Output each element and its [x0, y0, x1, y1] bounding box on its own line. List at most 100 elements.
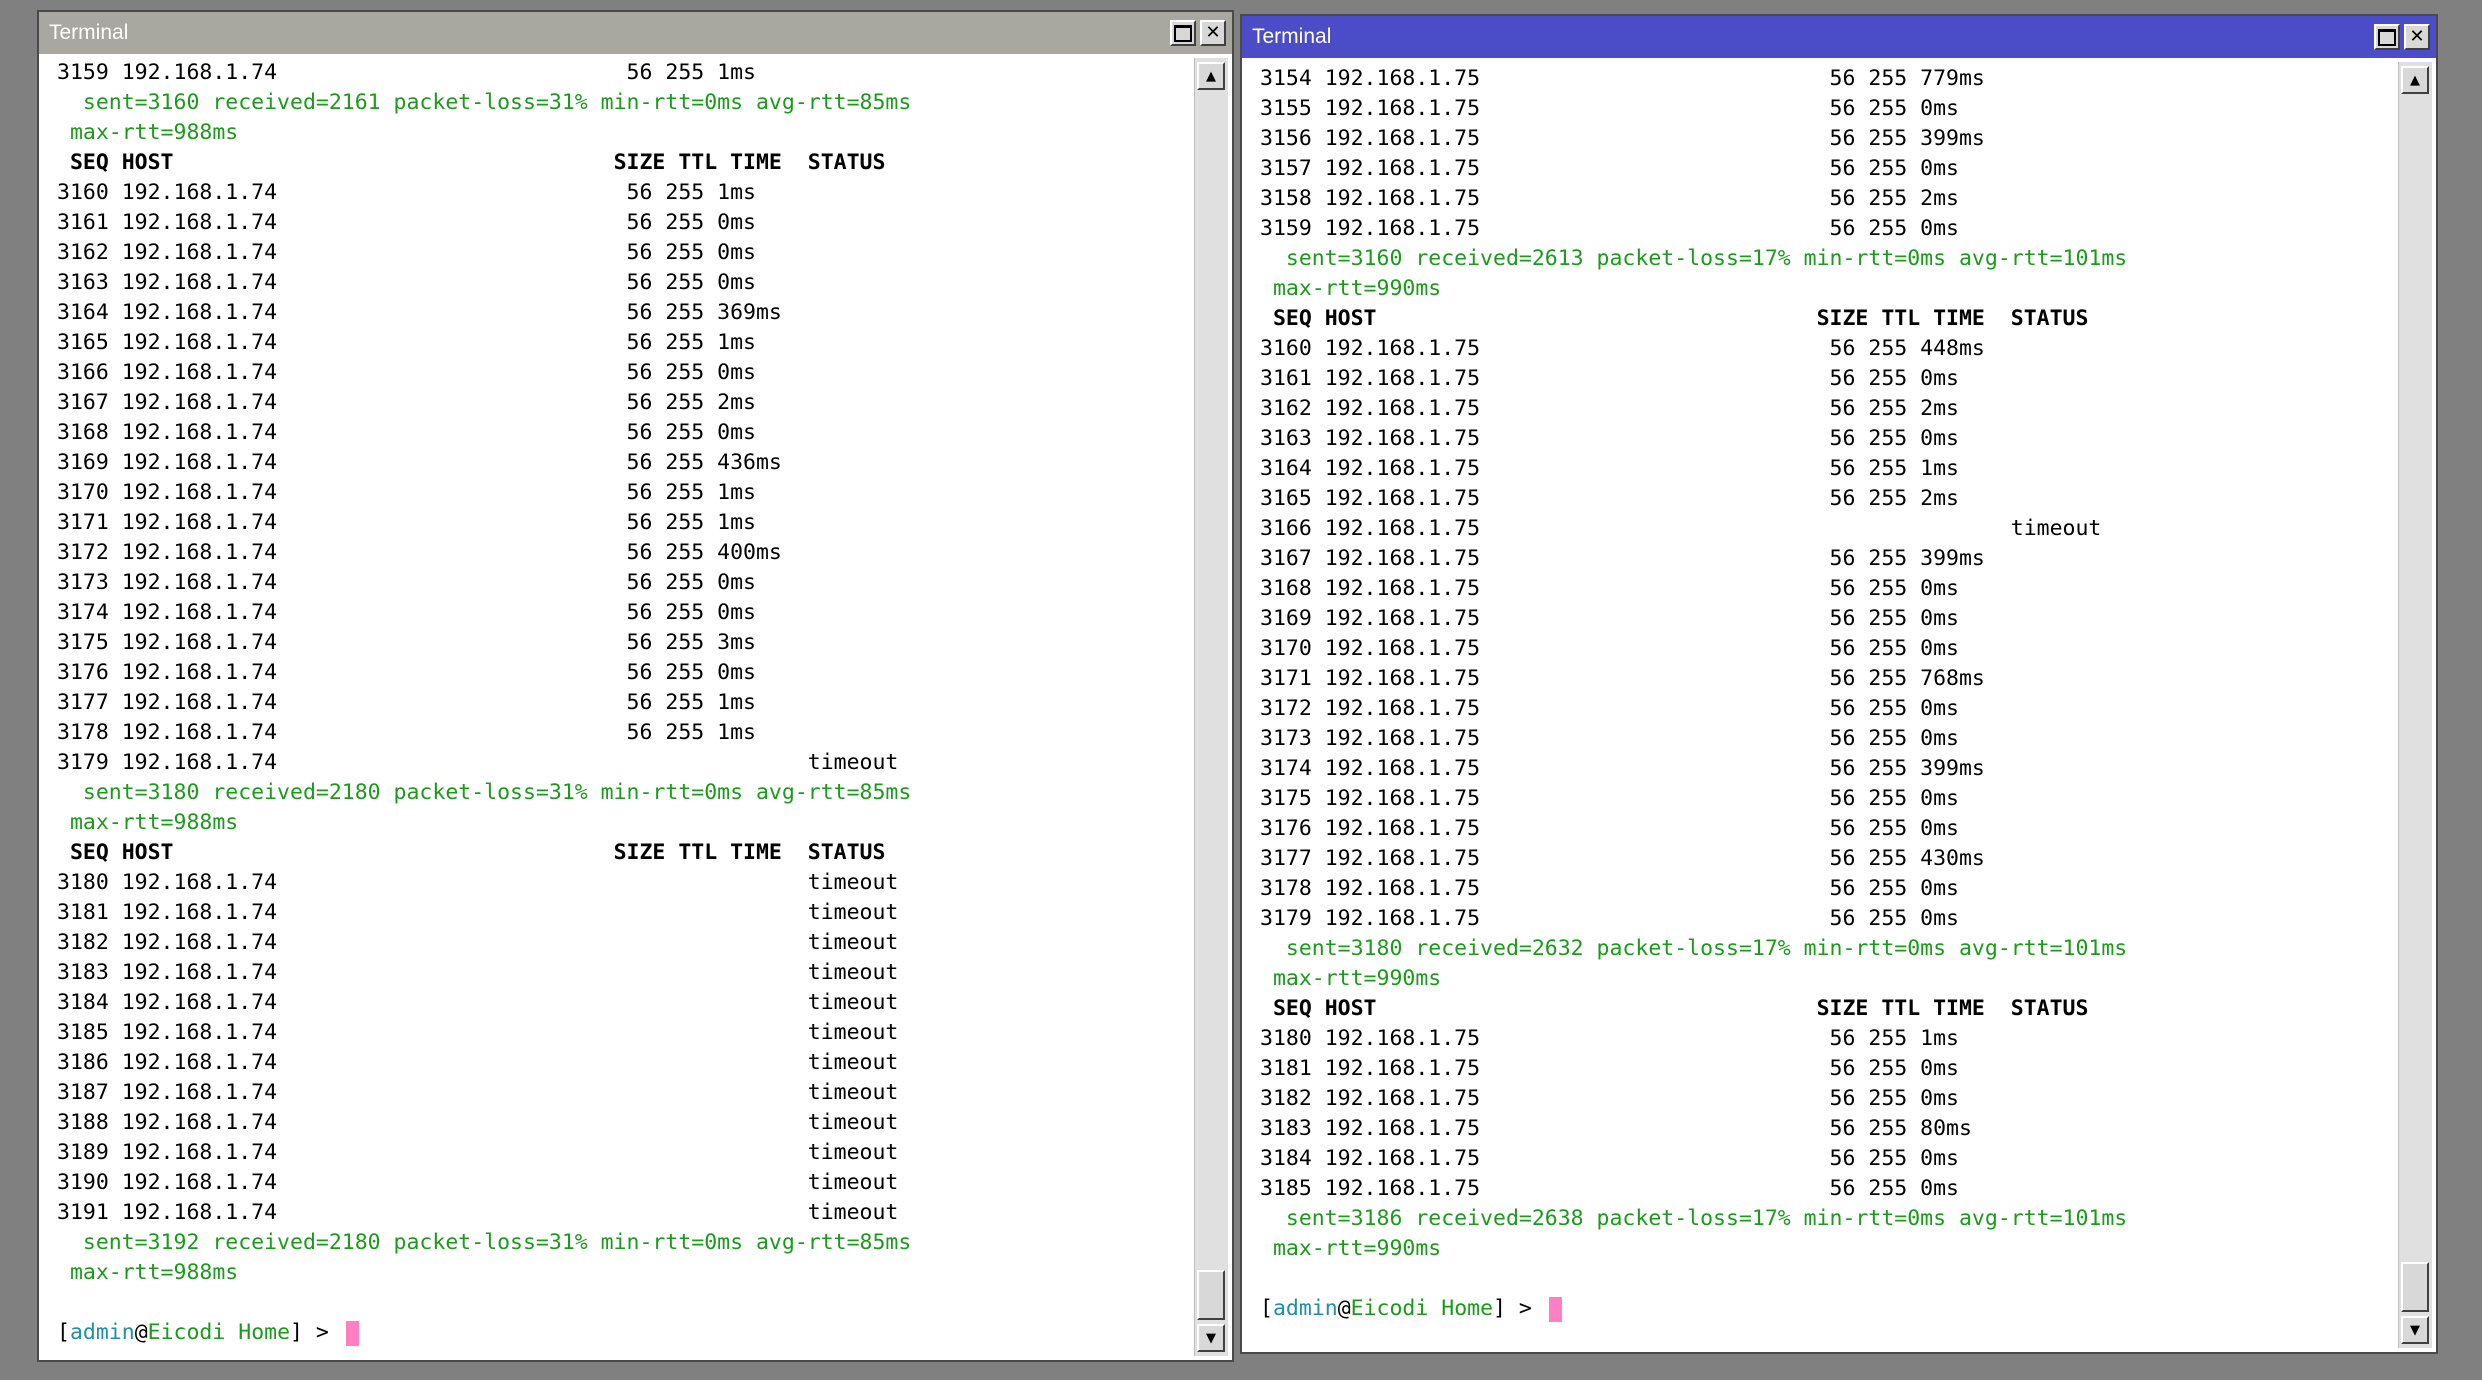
ping-row: 3164 192.168.1.75 56 255 1ms: [1260, 456, 1959, 481]
stats-line: max-rtt=988ms: [57, 120, 239, 145]
ping-row: 3164 192.168.1.74 56 255 369ms: [57, 300, 782, 325]
ping-row: 3185 192.168.1.75 56 255 0ms: [1260, 1176, 1959, 1201]
text-cursor: [1548, 1296, 1562, 1322]
ping-row: 3170 192.168.1.74 56 255 1ms: [57, 480, 756, 505]
ping-row: 3162 192.168.1.74 56 255 0ms: [57, 240, 756, 265]
ping-row: 3175 192.168.1.74 56 255 3ms: [57, 630, 756, 655]
stats-line: max-rtt=988ms: [57, 810, 239, 835]
prompt-user: admin: [1272, 1296, 1338, 1321]
table-header: SEQ HOST SIZE TTL TIME STATUS: [1260, 996, 2089, 1021]
scroll-down-button[interactable]: ▼: [2401, 1316, 2429, 1344]
ping-row: 3183 192.168.1.74 timeout: [57, 960, 899, 985]
ping-row: 3171 192.168.1.74 56 255 1ms: [57, 510, 756, 535]
ping-row: 3163 192.168.1.75 56 255 0ms: [1260, 426, 1959, 451]
ping-row: 3157 192.168.1.75 56 255 0ms: [1260, 156, 1959, 181]
stats-line: sent=3180 received=2632 packet-loss=17% …: [1260, 936, 2128, 961]
ping-row: 3159 192.168.1.74 56 255 1ms: [57, 60, 756, 85]
close-icon: ✕: [2409, 26, 2425, 47]
prompt-bracket-open: [: [57, 1320, 70, 1345]
scroll-down-arrow-icon: ▼: [2410, 1322, 2420, 1338]
close-icon: ✕: [1205, 22, 1221, 43]
close-button[interactable]: ✕: [2404, 24, 2430, 50]
table-header: SEQ HOST SIZE TTL TIME STATUS: [57, 150, 886, 175]
scroll-up-button[interactable]: ▲: [1197, 62, 1225, 90]
scrollbar-thumb[interactable]: [1197, 1270, 1225, 1320]
prompt-bracket-close: ] >: [1493, 1296, 1545, 1321]
prompt-at: @: [134, 1320, 148, 1345]
ping-row: 3172 192.168.1.74 56 255 400ms: [57, 540, 782, 565]
terminal-window-right[interactable]: Terminal ✕ 3154 192.168.1.75 56 255 779m…: [1240, 14, 2438, 1354]
maximize-button[interactable]: [1170, 20, 1196, 46]
text-cursor: [345, 1320, 359, 1346]
ping-row: 3185 192.168.1.74 timeout: [57, 1020, 899, 1045]
scroll-down-arrow-icon: ▼: [1206, 1330, 1216, 1346]
ping-row: 3183 192.168.1.75 56 255 80ms: [1260, 1116, 1972, 1141]
ping-row: 3165 192.168.1.75 56 255 2ms: [1260, 486, 1959, 511]
window-titlebar[interactable]: Terminal ✕: [39, 12, 1232, 54]
ping-row: 3184 192.168.1.74 timeout: [57, 990, 899, 1015]
stats-line: max-rtt=990ms: [1260, 1236, 1442, 1261]
table-header: SEQ HOST SIZE TTL TIME STATUS: [57, 840, 886, 865]
close-button[interactable]: ✕: [1200, 20, 1226, 46]
scroll-up-button[interactable]: ▲: [2401, 66, 2429, 94]
command-prompt[interactable]: [admin@Eicodi Home] >: [57, 1318, 1190, 1348]
command-prompt[interactable]: [admin@Eicodi Home] >: [1260, 1294, 2394, 1324]
ping-row: 3160 192.168.1.75 56 255 448ms: [1260, 336, 1985, 361]
maximize-icon: [1174, 24, 1192, 42]
ping-row: 3162 192.168.1.75 56 255 2ms: [1260, 396, 1959, 421]
scroll-down-button[interactable]: ▼: [1197, 1324, 1225, 1352]
ping-row: 3160 192.168.1.74 56 255 1ms: [57, 180, 756, 205]
ping-row: 3189 192.168.1.74 timeout: [57, 1140, 899, 1165]
ping-row: 3156 192.168.1.75 56 255 399ms: [1260, 126, 1985, 151]
stats-line: max-rtt=990ms: [1260, 276, 1442, 301]
table-header: SEQ HOST SIZE TTL TIME STATUS: [1260, 306, 2089, 331]
ping-row: 3177 192.168.1.74 56 255 1ms: [57, 690, 756, 715]
ping-row: 3188 192.168.1.74 timeout: [57, 1110, 899, 1135]
stats-line: sent=3180 received=2180 packet-loss=31% …: [57, 780, 912, 805]
scrollbar-thumb[interactable]: [2401, 1262, 2429, 1312]
ping-row: 3182 192.168.1.74 timeout: [57, 930, 899, 955]
prompt-user: admin: [69, 1320, 135, 1345]
terminal-output[interactable]: 3154 192.168.1.75 56 255 779ms 3155 192.1…: [1246, 64, 2394, 1348]
ping-row: 3155 192.168.1.75 56 255 0ms: [1260, 96, 1959, 121]
ping-row: 3175 192.168.1.75 56 255 0ms: [1260, 786, 1959, 811]
ping-row: 3176 192.168.1.75 56 255 0ms: [1260, 816, 1959, 841]
ping-row: 3158 192.168.1.75 56 255 2ms: [1260, 186, 1959, 211]
ping-row: 3168 192.168.1.74 56 255 0ms: [57, 420, 756, 445]
ping-row: 3180 192.168.1.75 56 255 1ms: [1260, 1026, 1959, 1051]
prompt-host: Eicodi Home: [147, 1320, 291, 1345]
stats-line: sent=3160 received=2613 packet-loss=17% …: [1260, 246, 2128, 271]
vertical-scrollbar[interactable]: ▲ ▼: [2398, 62, 2432, 1348]
ping-row: 3174 192.168.1.74 56 255 0ms: [57, 600, 756, 625]
scroll-up-arrow-icon: ▲: [1206, 68, 1216, 84]
ping-row: 3178 192.168.1.75 56 255 0ms: [1260, 876, 1959, 901]
ping-row: 3184 192.168.1.75 56 255 0ms: [1260, 1146, 1959, 1171]
ping-row: 3161 192.168.1.74 56 255 0ms: [57, 210, 756, 235]
stats-line: sent=3186 received=2638 packet-loss=17% …: [1260, 1206, 2128, 1231]
ping-row: 3159 192.168.1.75 56 255 0ms: [1260, 216, 1959, 241]
vertical-scrollbar[interactable]: ▲ ▼: [1194, 58, 1228, 1356]
window-titlebar[interactable]: Terminal ✕: [1242, 16, 2436, 58]
ping-row: 3186 192.168.1.74 timeout: [57, 1050, 899, 1075]
ping-row: 3169 192.168.1.74 56 255 436ms: [57, 450, 782, 475]
terminal-window-left[interactable]: Terminal ✕ 3159 192.168.1.74 56 255 1ms …: [37, 10, 1234, 1362]
ping-row: 3161 192.168.1.75 56 255 0ms: [1260, 366, 1959, 391]
ping-row: 3181 192.168.1.75 56 255 0ms: [1260, 1056, 1959, 1081]
ping-row: 3187 192.168.1.74 timeout: [57, 1080, 899, 1105]
scroll-up-arrow-icon: ▲: [2410, 72, 2420, 88]
window-title: Terminal: [1252, 25, 1332, 48]
prompt-bracket-close: ] >: [290, 1320, 342, 1345]
maximize-button[interactable]: [2374, 24, 2400, 50]
ping-row: 3190 192.168.1.74 timeout: [57, 1170, 899, 1195]
ping-row: 3177 192.168.1.75 56 255 430ms: [1260, 846, 1985, 871]
ping-row: 3167 192.168.1.75 56 255 399ms: [1260, 546, 1985, 571]
ping-row: 3173 192.168.1.75 56 255 0ms: [1260, 726, 1959, 751]
ping-row: 3176 192.168.1.74 56 255 0ms: [57, 660, 756, 685]
ping-row: 3180 192.168.1.74 timeout: [57, 870, 899, 895]
ping-row: 3169 192.168.1.75 56 255 0ms: [1260, 606, 1959, 631]
terminal-output[interactable]: 3159 192.168.1.74 56 255 1ms sent=3160 r…: [43, 58, 1190, 1356]
prompt-host: Eicodi Home: [1350, 1296, 1494, 1321]
prompt-bracket-open: [: [1260, 1296, 1273, 1321]
